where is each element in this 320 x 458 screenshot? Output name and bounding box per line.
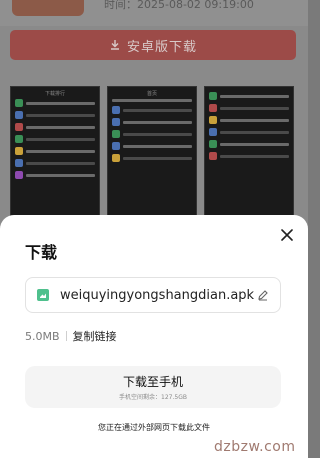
download-icon: [110, 40, 119, 50]
apk-file-icon: [37, 289, 49, 301]
file-name: weiquyingyongshangdian.apk: [60, 287, 255, 303]
close-button[interactable]: [278, 226, 296, 244]
copy-link-button[interactable]: 复制链接: [73, 328, 117, 344]
phone-storage-remaining: 手机空间剩余：127.5GB: [119, 394, 187, 401]
download-to-phone-label: 下载至手机: [122, 375, 183, 389]
screenshot-title: 首页: [146, 91, 157, 97]
meta-divider: [65, 331, 67, 341]
background-app-icon: [12, 0, 84, 16]
sheet-title: 下载: [25, 243, 58, 262]
external-download-note: 您正在通过外部网页下载此文件: [98, 423, 210, 432]
file-name-field[interactable]: weiquyingyongshangdian.apk: [25, 277, 281, 313]
download-bottom-sheet: 下载 weiquyingyongshangdian.apk 5.0MB 复制链接…: [0, 215, 308, 458]
background-time-text: 时间：2025-08-02 09:19:00: [104, 0, 254, 11]
file-size: 5.0MB: [25, 329, 60, 343]
close-icon: [281, 229, 293, 241]
android-download-label: 安卓版下载: [126, 39, 197, 55]
android-download-button[interactable]: 安卓版下载: [10, 30, 296, 60]
site-watermark: dzbzw.com: [214, 439, 296, 455]
download-to-phone-button[interactable]: 下载至手机 手机空间剩余：127.5GB: [25, 366, 281, 408]
file-meta-row: 5.0MB 复制链接: [25, 328, 117, 344]
pencil-icon[interactable]: [257, 289, 269, 301]
screenshot-title: 下载排行: [44, 91, 65, 97]
